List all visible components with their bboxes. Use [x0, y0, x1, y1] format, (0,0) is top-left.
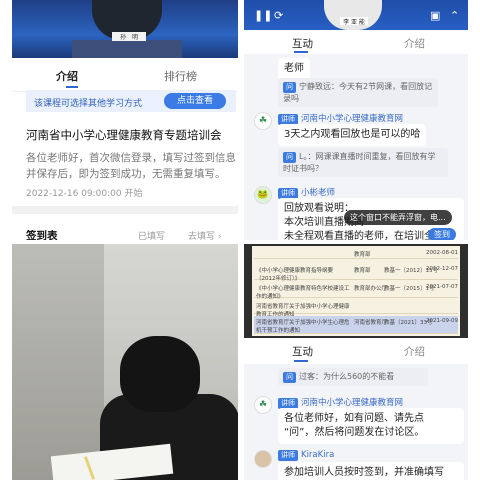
bubble-line: “问”，然后将问题发在讨论区。	[284, 427, 425, 438]
pip-icon[interactable]: ▣	[430, 9, 440, 22]
view-button[interactable]: 点击查看	[164, 93, 226, 109]
doc-cell: 《中小学心理健康教育特色学校建设工作的通知》	[256, 286, 350, 300]
doc-cell: 河南省教育厅关于加强中小学生心理危机干预工作的通知	[256, 320, 350, 334]
doc-row-highlighted: 河南省教育厅关于加强中小学生心理危机干预工作的通知 河南省教育厅 教基〔2021…	[254, 316, 458, 334]
photo-wall-shadow	[12, 244, 104, 480]
tab-ranking[interactable]: 排行榜	[164, 68, 197, 84]
active-tab-indicator	[66, 86, 78, 88]
sender-name-text: 河南中小学心理健康教育网	[301, 114, 404, 124]
active-tab-indicator	[294, 360, 308, 362]
person-head	[120, 336, 200, 412]
section-divider	[12, 206, 238, 214]
alt-learning-notice: 该课程可选择其他学习方式 点击查看	[26, 90, 236, 112]
desk	[72, 40, 182, 58]
course-description: 各位老师好，首次微信登录，填写过签到信息并保存后，即为签到成功，无需重复填写。	[26, 152, 236, 180]
lecturer-badge: 讲师	[278, 450, 298, 461]
course-intro-screenshot: 孙 明 介绍 排行榜 该课程可选择其他学习方式 点击查看 河南省中小学心理健康教…	[12, 0, 238, 240]
quote-user: L。	[299, 152, 308, 161]
sender-name-text: KiraKira	[301, 450, 335, 460]
chat-screenshot-1: ❚❚ ⟳ 李 亚 能 ▣ ⌃ 互动 介绍 老师 问宁静致远：今天有2节网课，看回…	[244, 0, 468, 240]
frog-avatar: 🐸	[254, 186, 272, 204]
quote-user: 宁静致远	[299, 82, 331, 91]
quote-icon: 问	[283, 152, 296, 163]
active-tab-indicator	[294, 51, 308, 53]
quoted-message: 问宁静致远：今天有2节网课，看回放记录吗	[278, 78, 438, 107]
doc-cell: 《中小学心理健康教育指导纲要（2012年修订）》	[256, 268, 334, 282]
doc-row: 河南省教育厅关于加强中小学心理健康教育工作的通知	[254, 300, 458, 318]
chat-bubble: 各位老师好，如有问题、请先点 “问”，然后将问题发在讨论区。	[278, 408, 464, 444]
quote-icon: 问	[283, 372, 296, 383]
doc-cell: 教育部办公厅	[354, 286, 388, 292]
doc-row: 教育部 2002-08-01	[254, 248, 458, 259]
doc-row: 《中小学心理健康教育指导纲要（2012年修订）》 教育部 教基一〔2012〕15…	[254, 264, 458, 282]
collapse-icon[interactable]: ⌃	[450, 9, 459, 22]
quote-icon: 问	[283, 82, 296, 93]
chat-bubble: 3天之内观看回放也是可以的哈	[278, 124, 427, 146]
bubble-line: 各位老师好，如有问题、请先点	[284, 413, 424, 424]
doc-cell: 2021-07-07	[426, 284, 458, 290]
chat-bubble: 参加培训人员按时签到，并准确填写	[278, 462, 464, 480]
sender-name-text: 河南中小学心理健康教育网	[301, 398, 404, 408]
course-start-time: 2022-12-16 09:00:00 开始	[26, 189, 143, 199]
signin-pill[interactable]: 签到	[428, 228, 456, 240]
user-avatar	[254, 450, 272, 468]
tab-intro[interactable]: 介绍	[56, 68, 78, 84]
course-title: 河南省中小学心理健康教育专题培训会	[26, 128, 222, 142]
tab-intro[interactable]: 介绍	[404, 36, 425, 51]
official-avatar: ☘	[254, 396, 272, 414]
doc-cell: 教育部	[354, 268, 371, 274]
tab-interact[interactable]: 互动	[292, 344, 313, 359]
tab-bar: 互动 介绍	[244, 30, 468, 54]
quoted-message: 问过客：为什么560的不能看	[278, 368, 428, 386]
quoted-message: 问 L。：网课课直播时间重复，看回放有学时证书吗？	[278, 148, 448, 177]
tab-intro[interactable]: 介绍	[404, 344, 425, 359]
signin-status: 已填写	[138, 232, 166, 240]
tab-interact[interactable]: 互动	[292, 36, 313, 51]
chat-bubble: 老师	[278, 58, 310, 80]
refresh-icon[interactable]: ⟳	[274, 9, 283, 22]
photo-teacher-writing	[12, 244, 238, 480]
notice-text: 该课程可选择其他学习方式	[34, 99, 143, 109]
name-card: 孙 明	[112, 32, 146, 41]
tab-bar: 介绍 排行榜	[12, 64, 238, 92]
doc-cell: 2002-08-01	[426, 250, 458, 256]
doc-cell: 河南省教育厅	[354, 320, 388, 326]
live-video[interactable]: 孙 明	[12, 0, 238, 58]
live-video[interactable]: ❚❚ ⟳ 李 亚 能 ▣ ⌃	[244, 0, 468, 30]
doc-cell: 2021-09-09	[426, 318, 458, 324]
floating-message[interactable]: 这个窗口不能弄浮窗，电...	[344, 210, 452, 225]
doc-cell: 教育部	[354, 252, 371, 258]
shared-document-view: 教育部 2002-08-01 《中小学心理健康教育指导纲要（2012年修订）》 …	[244, 244, 468, 338]
doc-cell: 2012-12-07	[426, 266, 458, 272]
name-card: 李 亚 能	[340, 17, 368, 26]
pause-icon[interactable]: ❚❚	[254, 9, 272, 22]
doc-row: 《中小学心理健康教育特色学校建设工作的通知》 教育部办公厅 教基一〔2015〕1…	[254, 282, 458, 300]
policy-document: 教育部 2002-08-01 《中小学心理健康教育指导纲要（2012年修订）》 …	[252, 246, 460, 336]
tab-bar: 互动 介绍	[244, 338, 468, 364]
fill-in-link[interactable]: 去填写 ›	[188, 229, 221, 240]
signin-table-label: 签到表	[26, 230, 58, 240]
chat-screenshot-2: 教育部 2002-08-01 《中小学心理健康教育指导纲要（2012年修订）》 …	[244, 244, 468, 480]
quote-text: 为什么560的不能看	[323, 372, 395, 381]
sender-name: 讲师 KiraKira	[278, 450, 334, 461]
sender-name-text: 小彬老师	[301, 188, 336, 198]
quote-user: 过客	[299, 372, 315, 381]
official-avatar: ☘	[254, 112, 272, 130]
